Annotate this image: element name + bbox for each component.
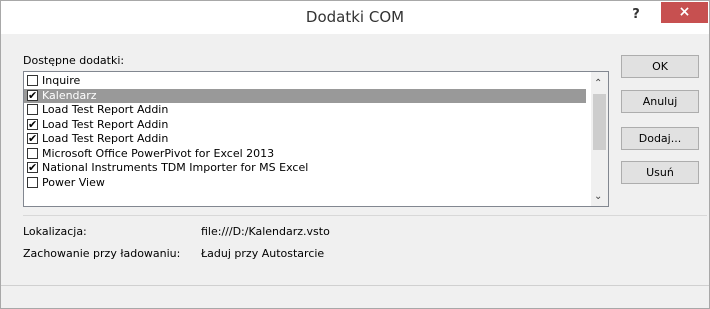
addin-label: Inquire (42, 74, 81, 87)
addin-list-item[interactable]: Power View (24, 176, 586, 191)
load-behavior-value: Ładuj przy Autostarcie (201, 247, 325, 260)
addin-list-item[interactable]: Microsoft Office PowerPivot for Excel 20… (24, 147, 586, 162)
addin-checkbox[interactable] (27, 104, 38, 115)
scroll-down-arrow-icon[interactable]: ⌄ (594, 191, 602, 202)
vertical-scrollbar[interactable]: ⌃ ⌄ (591, 72, 608, 206)
add-button[interactable]: Dodaj... (621, 127, 699, 150)
addin-label: Load Test Report Addin (42, 117, 169, 131)
addin-label: National Instruments TDM Importer for MS… (42, 161, 309, 174)
available-addins-label: Dostępne dodatki: (23, 54, 125, 67)
close-button[interactable]: × (661, 2, 708, 23)
addin-checkbox[interactable]: ✔ (27, 89, 38, 101)
com-addins-dialog: Dodatki COM ? × Dostępne dodatki: Inquir… (0, 0, 710, 309)
addin-list-item[interactable]: ✔ Kalendarz (24, 88, 586, 103)
remove-button[interactable]: Usuń (621, 161, 699, 184)
dialog-title: Dodatki COM (305, 8, 405, 26)
cancel-button[interactable]: Anuluj (621, 90, 699, 113)
addin-checkbox[interactable] (27, 147, 38, 159)
addin-checkbox[interactable]: ✔ (27, 133, 38, 144)
addin-checkbox[interactable] (27, 75, 38, 86)
separator (23, 215, 707, 216)
addin-list-item[interactable]: ✔ National Instruments TDM Importer for M… (24, 161, 586, 176)
scroll-up-arrow-icon[interactable]: ⌃ (594, 78, 602, 89)
bottom-divider (1, 285, 709, 286)
addin-label: Kalendarz (42, 88, 97, 102)
title-bar: Dodatki COM ? × (1, 1, 709, 34)
addin-label: Load Test Report Addin (42, 132, 169, 145)
location-label: Lokalizacja: (23, 225, 87, 238)
addin-checkbox[interactable]: ✔ (27, 118, 38, 130)
scrollbar-thumb[interactable] (593, 94, 606, 150)
addin-list-item[interactable]: ✔ Load Test Report Addin (24, 132, 586, 147)
addin-checkbox[interactable] (27, 176, 38, 188)
addin-list-item[interactable]: Load Test Report Addin (24, 103, 586, 118)
addin-list-item[interactable]: Inquire (24, 74, 586, 89)
ok-button[interactable]: OK (621, 55, 699, 78)
help-button[interactable]: ? (625, 5, 647, 25)
addins-list: Inquire ✔ Kalendarz Load Test Report Addin ✔… (24, 74, 586, 190)
addin-checkbox[interactable]: ✔ (27, 162, 38, 173)
location-value: file:///D:/Kalendarz.vsto (201, 225, 330, 238)
addin-label: Power View (42, 175, 105, 189)
addin-list-item[interactable]: ✔ Load Test Report Addin (24, 118, 586, 133)
addin-label: Load Test Report Addin (42, 103, 169, 116)
load-behavior-label: Zachowanie przy ładowaniu: (23, 247, 181, 260)
addin-label: Microsoft Office PowerPivot for Excel 20… (42, 146, 275, 160)
addins-listbox[interactable]: Inquire ✔ Kalendarz Load Test Report Addin ✔… (23, 71, 609, 207)
